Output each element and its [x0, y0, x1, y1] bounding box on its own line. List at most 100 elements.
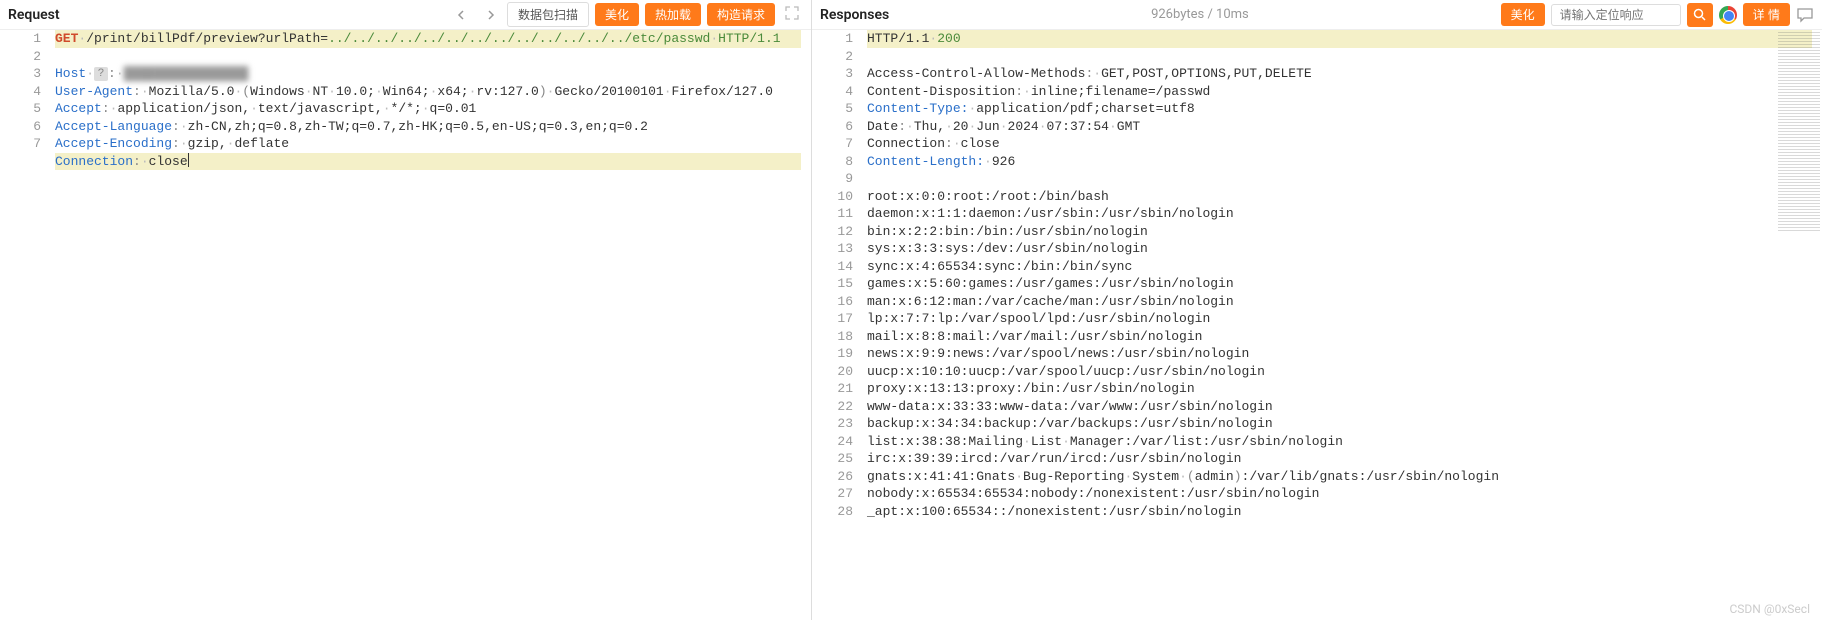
code-token: :: [898, 119, 906, 134]
code-token: Content-Type: [867, 101, 961, 116]
code-token: ·: [250, 101, 258, 116]
line-number: 6: [0, 118, 41, 136]
response-line[interactable]: list:x:38:38:Mailing·List·Manager:/var/l…: [867, 434, 1343, 449]
code-token: */*;: [391, 101, 422, 116]
response-line[interactable]: sys:x:3:3:sys:/dev:/usr/sbin/nologin: [867, 241, 1148, 256]
code-token: :: [133, 84, 141, 99]
response-search-input[interactable]: [1551, 4, 1681, 26]
watermark: CSDN @0xSecl: [1729, 602, 1810, 616]
response-line[interactable]: Content-Disposition:·inline;filename=/pa…: [867, 84, 1210, 99]
line-number: 4: [812, 83, 853, 101]
response-line[interactable]: man:x:6:12:man:/var/cache/man:/usr/sbin/…: [867, 294, 1234, 309]
code-token: ·: [1062, 434, 1070, 449]
code-token: Accept-Encoding: [55, 136, 172, 151]
line-number: 7: [812, 135, 853, 153]
response-line[interactable]: www-data:x:33:33:www-data:/var/www:/usr/…: [867, 399, 1273, 414]
response-line[interactable]: games:x:5:60:games:/usr/games:/usr/sbin/…: [867, 276, 1234, 291]
code-token: Date: [867, 119, 898, 134]
response-line[interactable]: irc:x:39:39:ircd:/var/run/ircd:/usr/sbin…: [867, 451, 1241, 466]
request-line[interactable]: User-Agent:·Mozilla/5.0·(Windows·NT·10.0…: [55, 84, 773, 99]
response-line[interactable]: gnats:x:41:41:Gnats·Bug-Reporting·System…: [867, 469, 1499, 484]
search-icon: [1693, 8, 1706, 21]
response-line[interactable]: Content-Length:·926: [867, 154, 1015, 169]
response-line[interactable]: proxy:x:13:13:proxy:/bin:/usr/sbin/nolog…: [867, 381, 1195, 396]
expand-icon[interactable]: [781, 6, 803, 24]
response-line[interactable]: Date:·Thu,·20·Jun·2024·07:37:54·GMT: [867, 119, 1140, 134]
response-line[interactable]: Access-Control-Allow-Methods:·GET,POST,O…: [867, 66, 1312, 81]
code-token: ·: [945, 119, 953, 134]
packet-scan-button[interactable]: 数据包扫描: [507, 2, 589, 27]
code-token: application/pdf;charset=utf8: [976, 101, 1194, 116]
request-code[interactable]: GET·/print/billPdf/preview?urlPath=../..…: [55, 30, 811, 620]
line-number: 8: [812, 153, 853, 171]
prev-button[interactable]: [451, 4, 473, 26]
response-line[interactable]: news:x:9:9:news:/var/spool/news:/usr/sbi…: [867, 346, 1249, 361]
response-line[interactable]: lp:x:7:7:lp:/var/spool/lpd:/usr/sbin/nol…: [867, 311, 1210, 326]
request-header: Request 数据包扫描 美化 热加载 构造请求: [0, 0, 811, 30]
response-beautify-button[interactable]: 美化: [1501, 3, 1545, 26]
construct-request-button[interactable]: 构造请求: [707, 3, 775, 26]
request-editor[interactable]: 1234567 GET·/print/billPdf/preview?urlPa…: [0, 30, 811, 620]
response-line[interactable]: _apt:x:100:65534::/nonexistent:/usr/sbin…: [867, 504, 1241, 519]
response-editor[interactable]: 1234567891011121314151617181920212223242…: [812, 30, 1822, 620]
request-line[interactable]: Host·?:·████████████████: [55, 66, 248, 81]
code-token: close: [149, 154, 188, 169]
request-line[interactable]: Accept-Encoding:·gzip,·deflate: [55, 136, 289, 151]
response-gutter: 1234567891011121314151617181920212223242…: [812, 30, 867, 620]
response-line[interactable]: uucp:x:10:10:uucp:/var/spool/uucp:/usr/s…: [867, 364, 1265, 379]
code-token: ·: [180, 136, 188, 151]
request-line[interactable]: Connection:·close: [55, 153, 801, 171]
chrome-browser-icon[interactable]: [1719, 6, 1737, 24]
response-line[interactable]: root:x:0:0:root:/root:/bin/bash: [867, 189, 1109, 204]
code-token: GET: [55, 31, 78, 46]
response-line[interactable]: HTTP/1.1·200: [867, 30, 1812, 48]
code-token: close: [961, 136, 1000, 151]
code-token: backup:x:34:34:backup:/var/backups:/usr/…: [867, 416, 1273, 431]
response-line[interactable]: Connection:·close: [867, 136, 1000, 151]
detail-button[interactable]: 详 情: [1743, 3, 1790, 26]
code-token: Firefox/127.0: [672, 84, 773, 99]
code-token: :: [976, 154, 984, 169]
code-token: :: [172, 136, 180, 151]
code-token: www-data:x:33:33:www-data:/var/www:/usr/…: [867, 399, 1273, 414]
response-line[interactable]: sync:x:4:65534:sync:/bin:/bin/sync: [867, 259, 1132, 274]
code-token: Accept-Language: [55, 119, 172, 134]
code-token: ·: [1015, 469, 1023, 484]
hot-reload-button[interactable]: 热加载: [645, 3, 701, 26]
response-search-button[interactable]: [1687, 3, 1713, 27]
chat-icon[interactable]: [1796, 6, 1814, 24]
code-token: rv:127.0: [476, 84, 538, 99]
request-line[interactable]: Accept:·application/json,·text/javascrip…: [55, 101, 476, 116]
line-number: 26: [812, 468, 853, 486]
code-token: ?: [94, 67, 108, 81]
response-line[interactable]: daemon:x:1:1:daemon:/usr/sbin:/usr/sbin/…: [867, 206, 1234, 221]
line-number: 20: [812, 363, 853, 381]
code-token: q=0.01: [430, 101, 477, 116]
response-code[interactable]: HTTP/1.1·200 Access-Control-Allow-Method…: [867, 30, 1822, 620]
line-number: 12: [812, 223, 853, 241]
code-token: daemon:x:1:1:daemon:/usr/sbin:/usr/sbin/…: [867, 206, 1234, 221]
line-number: 4: [0, 83, 41, 101]
response-line[interactable]: backup:x:34:34:backup:/var/backups:/usr/…: [867, 416, 1273, 431]
request-title: Request: [8, 7, 60, 23]
beautify-button[interactable]: 美化: [595, 3, 639, 26]
code-token: ·: [710, 31, 718, 46]
code-token: 20: [953, 119, 969, 134]
code-token: Content-Length: [867, 154, 976, 169]
code-token: ·: [906, 119, 914, 134]
code-token: sys:x:3:3:sys:/dev:/usr/sbin/nologin: [867, 241, 1148, 256]
request-line[interactable]: Accept-Language:·zh-CN,zh;q=0.8,zh-TW;q=…: [55, 119, 648, 134]
chevron-right-icon: [485, 10, 495, 20]
request-line[interactable]: GET·/print/billPdf/preview?urlPath=../..…: [55, 30, 801, 48]
next-button[interactable]: [479, 4, 501, 26]
response-line[interactable]: Content-Type:·application/pdf;charset=ut…: [867, 101, 1195, 116]
code-token: System: [1132, 469, 1179, 484]
response-line[interactable]: bin:x:2:2:bin:/bin:/usr/sbin/nologin: [867, 224, 1148, 239]
code-token: ·: [1109, 119, 1117, 134]
response-line[interactable]: nobody:x:65534:65534:nobody:/nonexistent…: [867, 486, 1319, 501]
code-token: 200: [937, 31, 960, 46]
response-line[interactable]: mail:x:8:8:mail:/var/mail:/usr/sbin/nolo…: [867, 329, 1202, 344]
code-token: text/javascript,: [258, 101, 383, 116]
code-token: gzip,: [188, 136, 227, 151]
line-number: 7: [0, 135, 41, 153]
